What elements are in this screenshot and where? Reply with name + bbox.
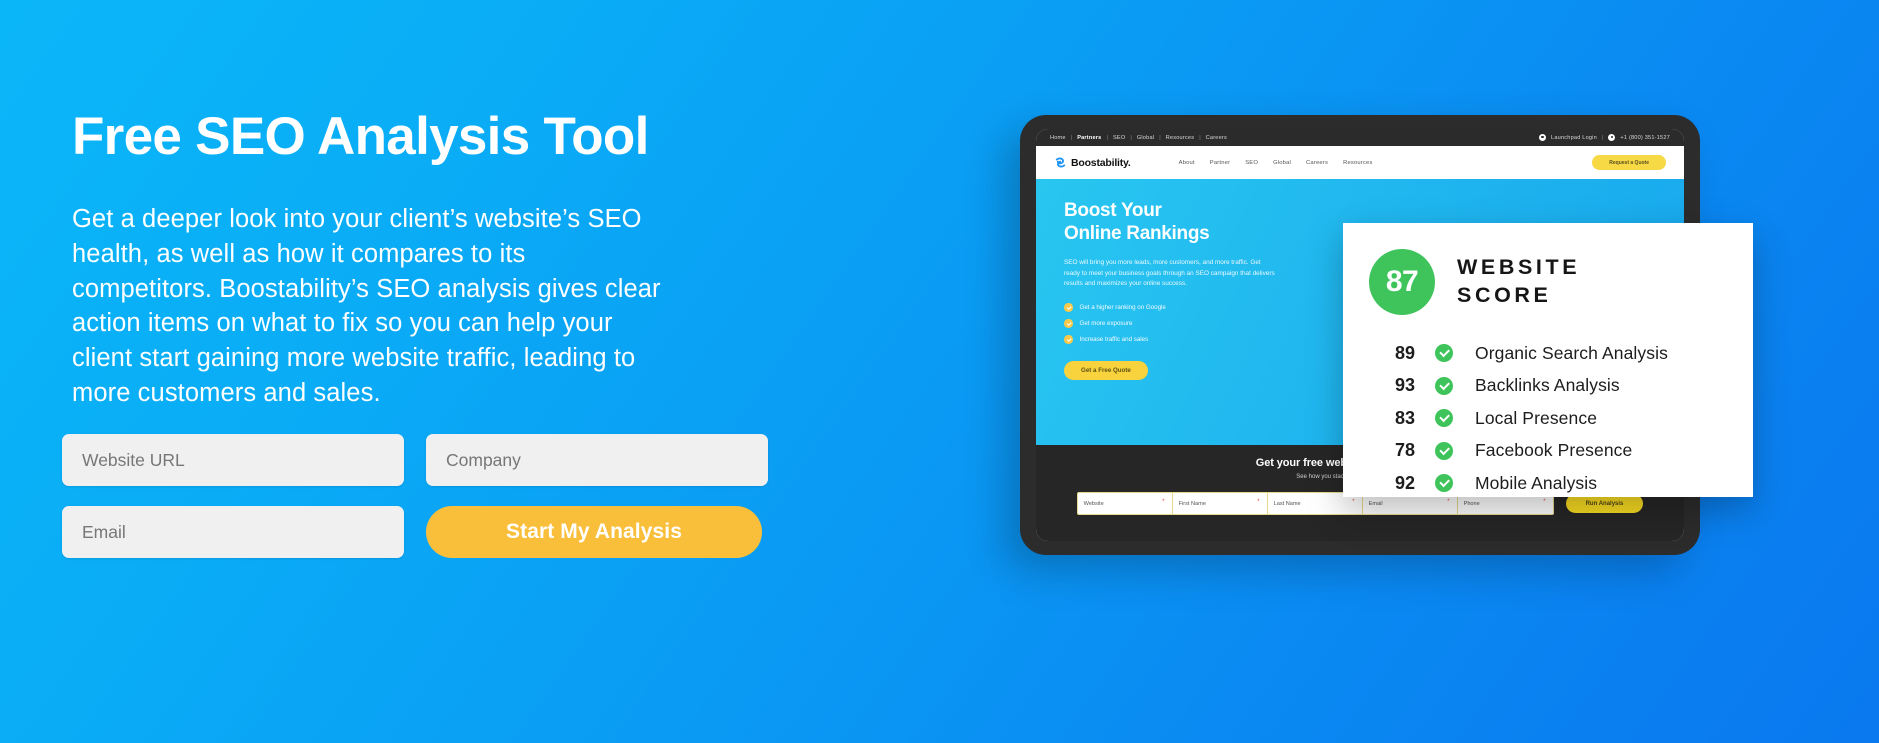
table-row: 89 Organic Search Analysis [1371,337,1753,370]
check-circle-icon [1064,303,1073,312]
nav-link-partner[interactable]: Partner [1210,160,1230,166]
utility-link-seo[interactable]: SEO [1113,135,1125,141]
table-row: 92 Mobile Analysis [1371,467,1753,500]
table-row: 83 Local Presence [1371,402,1753,435]
check-circle-icon [1435,409,1453,428]
nav-link-about[interactable]: About [1179,160,1195,166]
utility-link-careers[interactable]: Careers [1206,135,1227,141]
score-card-header: 87 WEBSITE SCORE [1343,249,1753,315]
score-card-title-line2: SCORE [1457,283,1552,307]
field-label: First Name [1178,500,1206,507]
metric-label: Facebook Presence [1475,440,1633,461]
hero-text-column: Free SEO Analysis Tool Get a deeper look… [72,107,792,410]
utility-link-partners[interactable]: Partners [1077,135,1101,141]
utility-separator: | [1106,134,1108,141]
bullet-label: Increase traffic and sales [1079,336,1149,344]
overall-score-value: 87 [1385,265,1419,298]
overall-score-badge: 87 [1369,249,1435,315]
website-score-card: 87 WEBSITE SCORE 89 Organic Search Analy… [1343,223,1753,497]
utility-link-home[interactable]: Home [1050,135,1066,141]
required-marker: * [1162,499,1165,505]
required-marker: * [1352,499,1355,505]
metric-label: Local Presence [1475,407,1598,428]
metric-score: 78 [1394,440,1415,461]
brand-logo[interactable]: Boostability. [1054,156,1131,169]
utility-separator: | [1070,134,1073,141]
form-row-1 [62,434,782,486]
request-quote-button[interactable]: Request a Quote [1592,155,1666,170]
tablet-hero-title-line1: Boost Your [1064,200,1162,221]
site-main-nav: Boostability. About Partner SEO Global C… [1036,146,1684,179]
lead-capture-form: Start My Analysis [62,434,782,578]
tablet-hero-paragraph: SEO will bring you more leads, more cust… [1064,259,1275,288]
hero-description: Get a deeper look into your client’s web… [72,205,661,407]
metric-label: Mobile Analysis [1475,472,1598,493]
utility-separator: | [1199,134,1201,141]
nav-link-resources[interactable]: Resources [1343,160,1373,166]
table-row: 93 Backlinks Analysis [1371,370,1753,403]
bullet-label: Get more exposure [1079,320,1133,328]
phone-icon [1608,134,1616,141]
score-card-title-line1: WEBSITE [1457,255,1581,280]
field-label: Phone [1463,500,1480,507]
required-marker: * [1543,499,1546,505]
website-url-input[interactable] [62,434,404,486]
site-utility-bar: Home | Partners | SEO | Global | Resourc… [1036,129,1684,146]
check-circle-icon [1435,344,1453,363]
metric-score: 92 [1394,472,1415,493]
utility-link-global[interactable]: Global [1137,135,1154,141]
metric-score: 93 [1394,375,1415,396]
utility-links: Home | Partners | SEO | Global | Resourc… [1050,135,1227,141]
table-row: 78 Facebook Presence [1371,435,1753,468]
metric-label: Organic Search Analysis [1475,342,1668,363]
check-circle-icon [1435,474,1453,493]
nav-link-seo[interactable]: SEO [1245,160,1258,166]
bullet-label: Get a higher ranking on Google [1079,304,1166,312]
field-label: Last Name [1273,500,1301,507]
nav-link-careers[interactable]: Careers [1306,160,1328,166]
boostability-logo-icon [1055,157,1066,168]
check-circle-icon [1435,441,1453,460]
utility-separator: | [1159,134,1161,141]
required-marker: * [1257,499,1260,505]
check-circle-icon [1064,335,1073,344]
metric-score: 83 [1394,407,1415,428]
field-label: Website [1083,500,1104,507]
start-my-analysis-button[interactable]: Start My Analysis [426,506,762,558]
company-input[interactable] [426,434,768,486]
metric-score: 89 [1394,342,1415,363]
utility-separator: | [1601,134,1604,141]
utility-right-group: Launchpad Login | +1 (800) 351-1527 [1539,134,1670,141]
analysis-first-name-field[interactable]: First Name * [1172,493,1268,514]
utility-link-resources[interactable]: Resources [1166,135,1195,141]
nav-links: About Partner SEO Global Careers Resourc… [1179,160,1373,166]
phone-number[interactable]: +1 (800) 351-1527 [1620,135,1670,141]
check-circle-icon [1435,376,1453,395]
required-marker: * [1447,499,1450,505]
field-label: Email [1368,500,1383,507]
nav-link-global[interactable]: Global [1273,160,1291,166]
utility-separator: | [1130,134,1132,141]
metric-label: Backlinks Analysis [1475,375,1620,396]
form-row-2: Start My Analysis [62,506,782,558]
page-title: Free SEO Analysis Tool [72,107,649,166]
score-card-title: WEBSITE SCORE [1457,254,1580,309]
get-free-quote-button[interactable]: Get a Free Quote [1064,361,1148,381]
brand-name: Boostability. [1071,156,1131,169]
user-icon [1539,134,1547,141]
launchpad-login-link[interactable]: Launchpad Login [1551,135,1597,141]
score-metric-list: 89 Organic Search Analysis 93 Backlinks … [1343,337,1753,500]
analysis-website-field[interactable]: Website * [1077,493,1173,514]
email-input[interactable] [62,506,404,558]
check-circle-icon [1064,319,1073,328]
